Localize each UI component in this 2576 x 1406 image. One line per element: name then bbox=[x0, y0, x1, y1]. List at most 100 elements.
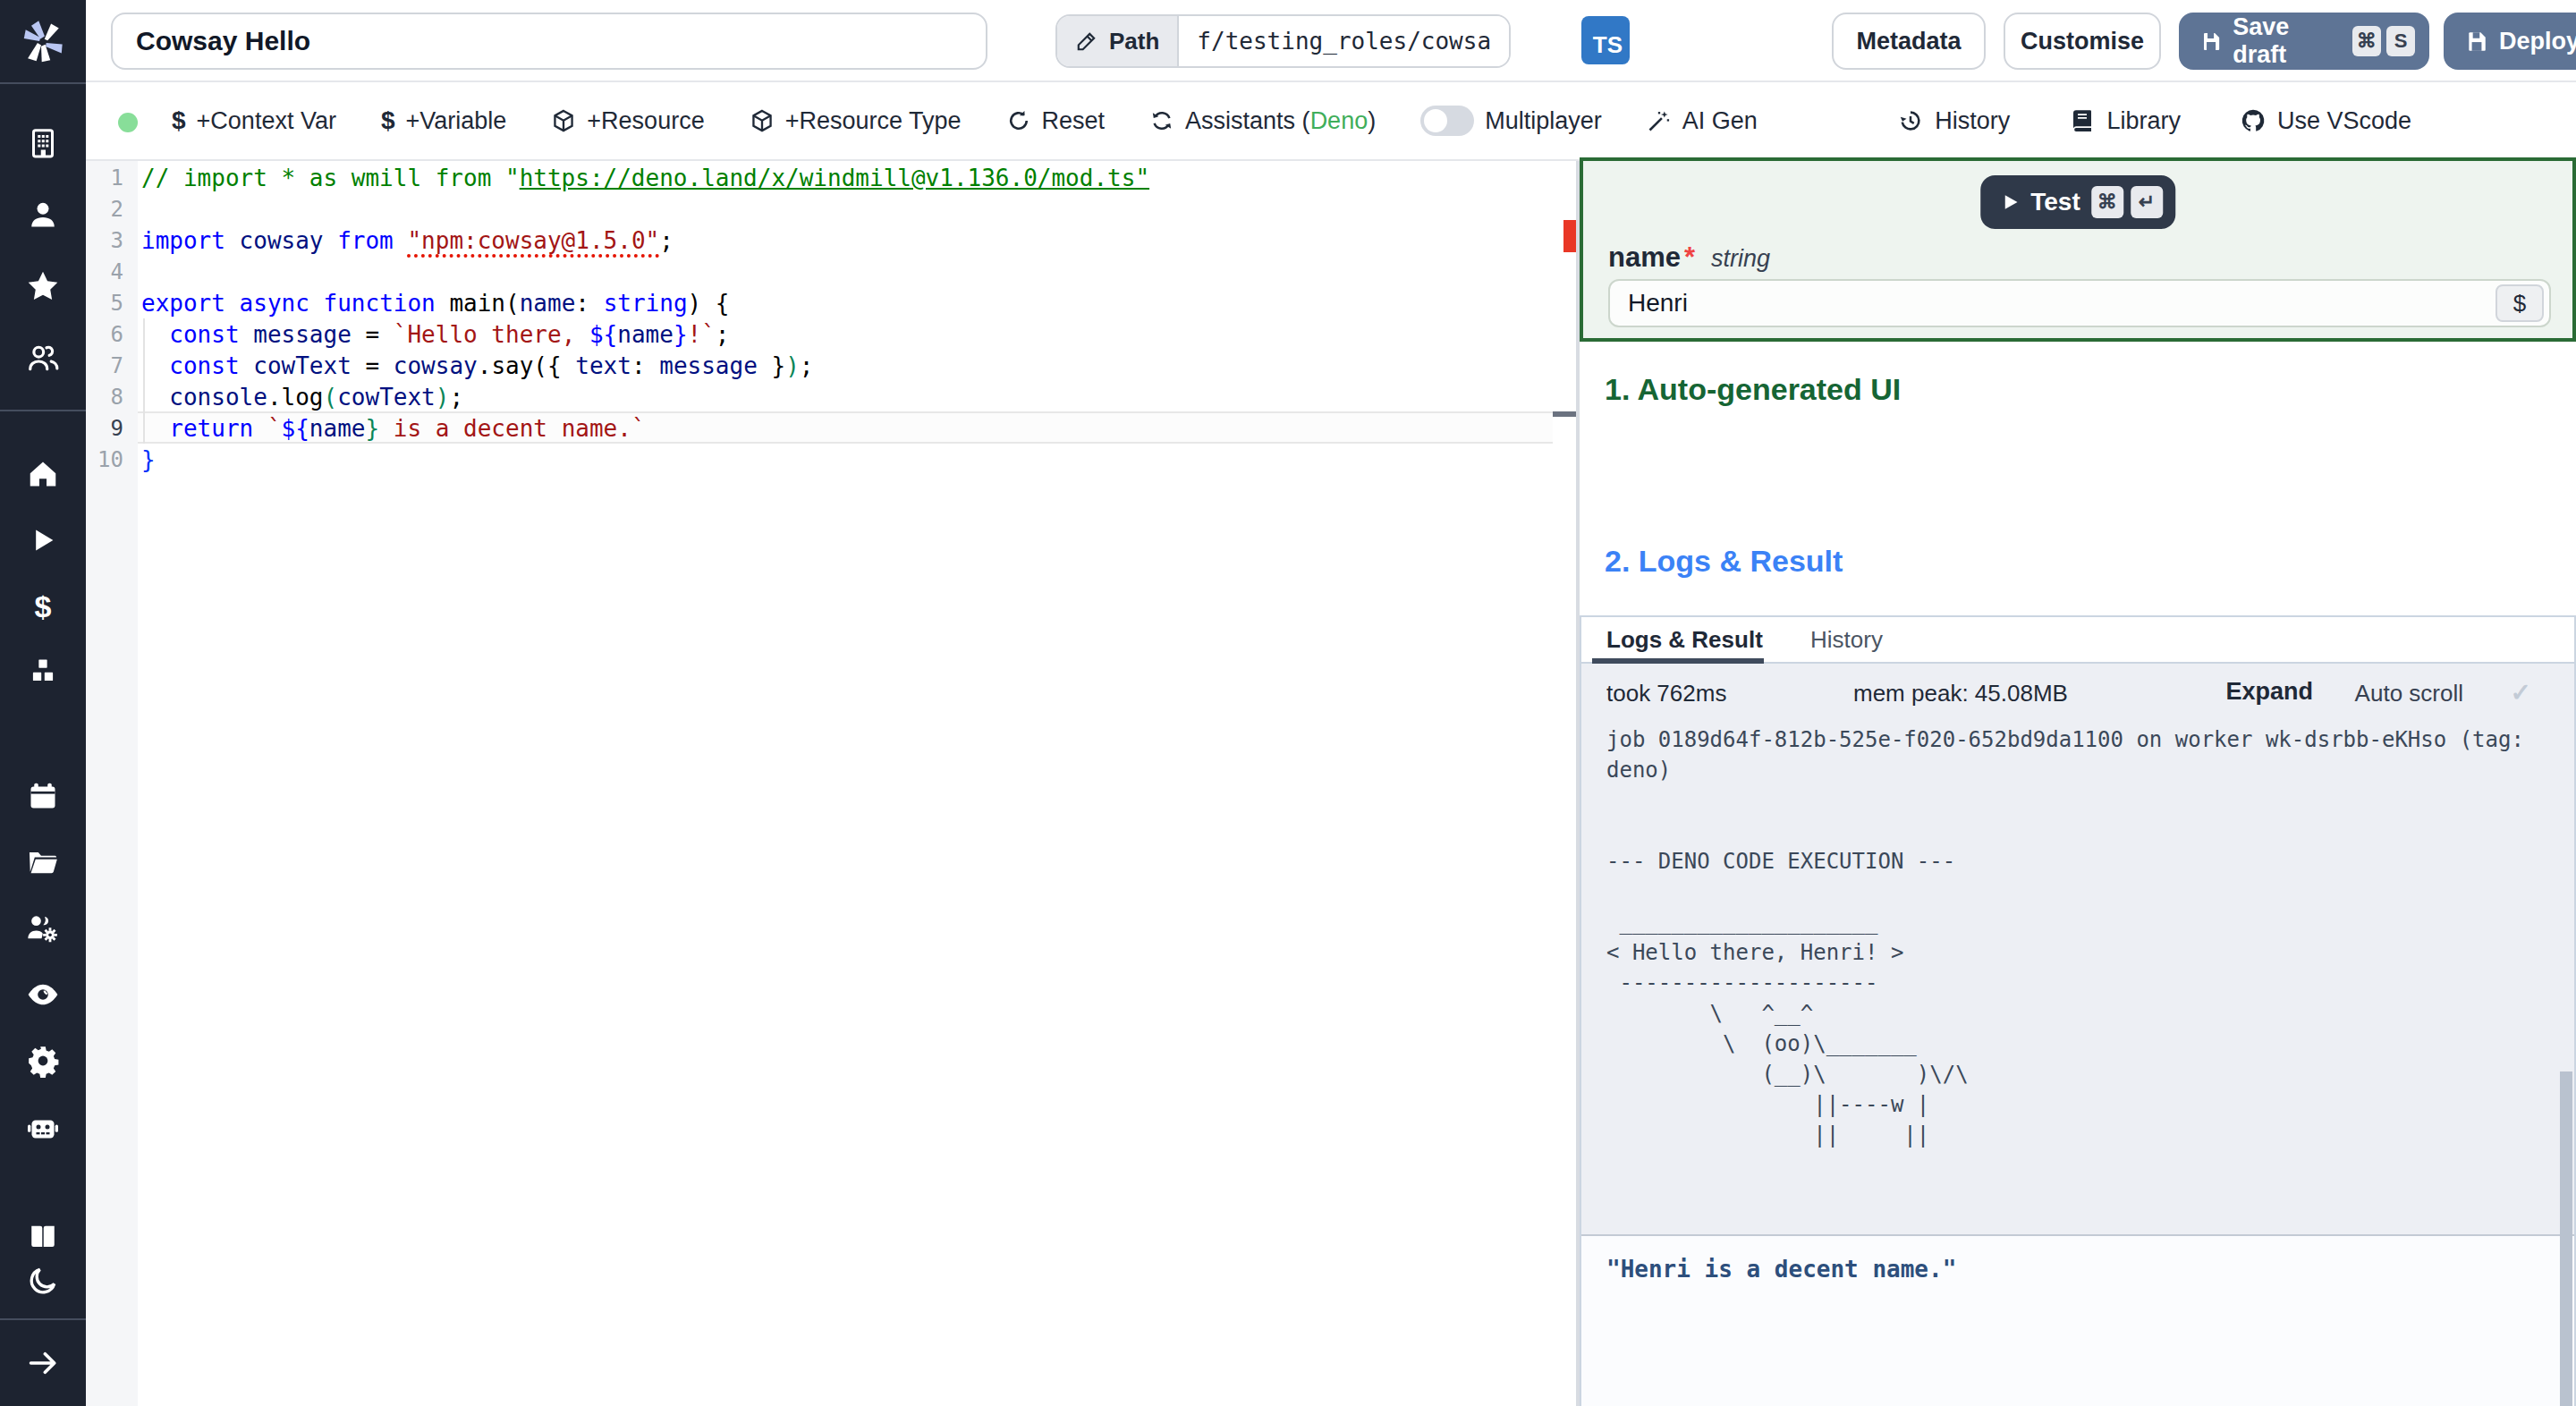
user-icon[interactable] bbox=[0, 195, 86, 234]
save-icon bbox=[2200, 30, 2222, 53]
deploy-button[interactable]: Deploy bbox=[2444, 13, 2576, 70]
code-editor[interactable]: 12345678910 // import * as wmill from "h… bbox=[86, 161, 1576, 1406]
reset-button[interactable]: Reset bbox=[1006, 107, 1106, 135]
groups-icon[interactable] bbox=[0, 338, 86, 377]
variables-icon[interactable]: $ bbox=[0, 587, 86, 626]
folders-icon[interactable] bbox=[0, 843, 86, 882]
use-vscode-button[interactable]: Use VScode bbox=[2240, 107, 2411, 135]
resources-icon[interactable] bbox=[0, 651, 86, 690]
expand-sidebar-icon[interactable] bbox=[0, 1343, 86, 1383]
name-input[interactable]: Henri $ bbox=[1608, 279, 2551, 327]
tab-logs-result[interactable]: Logs & Result bbox=[1606, 626, 1763, 654]
customise-button[interactable]: Customise bbox=[2004, 13, 2161, 70]
path-button[interactable]: Path f/testing_roles/cowsa bbox=[1055, 14, 1511, 68]
duration-label: took 762ms bbox=[1606, 680, 1726, 707]
code-line bbox=[141, 194, 1553, 225]
play-icon bbox=[2000, 192, 2020, 212]
top-bar: Cowsay Hello Path f/testing_roles/cowsa … bbox=[86, 0, 2576, 82]
ai-gen-button[interactable]: AI Gen bbox=[1647, 107, 1758, 135]
code-line: export async function main(name: string)… bbox=[141, 288, 1553, 319]
history-button[interactable]: History bbox=[1897, 107, 2010, 135]
context-var-button[interactable]: $+Context Var bbox=[172, 106, 336, 135]
favorites-icon[interactable] bbox=[0, 267, 86, 306]
code-line bbox=[141, 257, 1553, 288]
pencil-icon bbox=[1075, 30, 1098, 53]
section-logs-result: 2. Logs & Result bbox=[1605, 544, 1843, 579]
script-title-input[interactable]: Cowsay Hello bbox=[111, 13, 987, 70]
runs-icon[interactable] bbox=[0, 521, 86, 560]
save-icon bbox=[2465, 30, 2488, 53]
multiplayer-button[interactable]: Multiplayer bbox=[1420, 106, 1602, 136]
cmd-key: ⌘ bbox=[2352, 26, 2381, 56]
mem-peak-label: mem peak: 45.08MB bbox=[1853, 680, 2068, 707]
line-number: 5 bbox=[86, 288, 123, 319]
test-button[interactable]: Test ⌘↵ bbox=[1980, 175, 2175, 229]
path-value[interactable]: f/testing_roles/cowsa bbox=[1177, 16, 1509, 66]
library-button[interactable]: Library bbox=[2069, 107, 2181, 135]
error-marker bbox=[1563, 220, 1576, 252]
ai-icon[interactable] bbox=[0, 1107, 86, 1147]
s-key: S bbox=[2386, 26, 2415, 56]
cursor-marker bbox=[1553, 411, 1576, 417]
typescript-badge: TS bbox=[1581, 16, 1630, 64]
field-type-label: string bbox=[1711, 245, 1770, 273]
windmill-logo-icon[interactable] bbox=[0, 14, 86, 68]
required-star: * bbox=[1684, 241, 1695, 274]
status-dot bbox=[118, 113, 138, 132]
schedules-icon[interactable] bbox=[0, 776, 86, 816]
save-draft-button[interactable]: Save draft ⌘S bbox=[2179, 13, 2429, 70]
workers-icon[interactable] bbox=[0, 909, 86, 948]
windmill-script-editor: $ Cowsay Hello Path f/testing_roles/cows… bbox=[0, 0, 2576, 1406]
line-number: 9 bbox=[86, 413, 123, 445]
line-number: 4 bbox=[86, 257, 123, 288]
line-number: 2 bbox=[86, 194, 123, 225]
sidebar-divider bbox=[0, 410, 86, 411]
sidebar-divider bbox=[0, 1318, 86, 1320]
resource-button[interactable]: +Resource bbox=[551, 107, 704, 135]
audit-logs-icon[interactable] bbox=[0, 975, 86, 1014]
code-line: import cowsay from "npm:cowsay@1.5.0"; bbox=[141, 225, 1553, 257]
assistants-button[interactable]: Assistants (Deno) bbox=[1149, 107, 1376, 135]
line-number: 3 bbox=[86, 225, 123, 257]
preview-panel: Test ⌘↵ name* string Henri $ 1. Auto-gen… bbox=[1580, 161, 2576, 1406]
home-icon[interactable] bbox=[0, 454, 86, 494]
code-line: return `${name} is a decent name.` bbox=[141, 413, 1553, 445]
logs-box: Logs & Result History took 762ms mem pea… bbox=[1580, 615, 2576, 1406]
dark-mode-icon[interactable] bbox=[0, 1261, 86, 1300]
line-number: 1 bbox=[86, 163, 123, 194]
line-number: 6 bbox=[86, 319, 123, 351]
metadata-button[interactable]: Metadata bbox=[1832, 13, 1986, 70]
sidebar-divider bbox=[0, 82, 86, 84]
workspace-icon[interactable] bbox=[0, 123, 86, 163]
autoscroll-label[interactable]: Auto scroll bbox=[2355, 680, 2463, 707]
docs-icon[interactable] bbox=[0, 1216, 86, 1256]
result-area: "Henri is a decent name." bbox=[1581, 1234, 2574, 1406]
check-icon[interactable]: ✓ bbox=[2511, 678, 2531, 707]
expand-button[interactable]: Expand bbox=[2225, 678, 2313, 706]
section-auto-generated-ui: 1. Auto-generated UI bbox=[1605, 372, 1901, 407]
cmd-key: ⌘ bbox=[2091, 186, 2123, 218]
result-value: "Henri is a decent name." bbox=[1606, 1256, 1956, 1283]
scrollbar[interactable] bbox=[2560, 1071, 2572, 1406]
code-line: console.log(cowText); bbox=[141, 382, 1553, 413]
overview-ruler bbox=[1553, 161, 1576, 1406]
settings-icon[interactable] bbox=[0, 1041, 86, 1080]
logs-tabs: Logs & Result History bbox=[1581, 617, 2574, 664]
insert-variable-button[interactable]: $ bbox=[2496, 284, 2544, 322]
code-line: } bbox=[141, 445, 1553, 476]
line-number: 7 bbox=[86, 351, 123, 382]
variable-button[interactable]: $+Variable bbox=[381, 106, 506, 135]
code-line: // import * as wmill from "https://deno.… bbox=[141, 163, 1553, 194]
arguments-box: Test ⌘↵ name* string Henri $ bbox=[1580, 157, 2576, 342]
log-area: took 762ms mem peak: 45.08MB Expand Auto… bbox=[1581, 664, 2574, 1234]
multiplayer-toggle[interactable] bbox=[1420, 106, 1474, 136]
line-number: 8 bbox=[86, 382, 123, 413]
enter-key: ↵ bbox=[2131, 186, 2163, 218]
resource-type-button[interactable]: +Resource Type bbox=[750, 107, 962, 135]
editor-toolbar: $+Context Var $+Variable +Resource +Resourc… bbox=[86, 82, 2576, 161]
code-line: const message = `Hello there, ${name}!`; bbox=[141, 319, 1553, 351]
sidebar: $ bbox=[0, 0, 86, 1406]
field-name-label: name bbox=[1608, 241, 1681, 274]
log-output: job 0189d64f-812b-525e-f020-652bd9da1100… bbox=[1606, 724, 2524, 1150]
tab-history[interactable]: History bbox=[1810, 626, 1883, 654]
